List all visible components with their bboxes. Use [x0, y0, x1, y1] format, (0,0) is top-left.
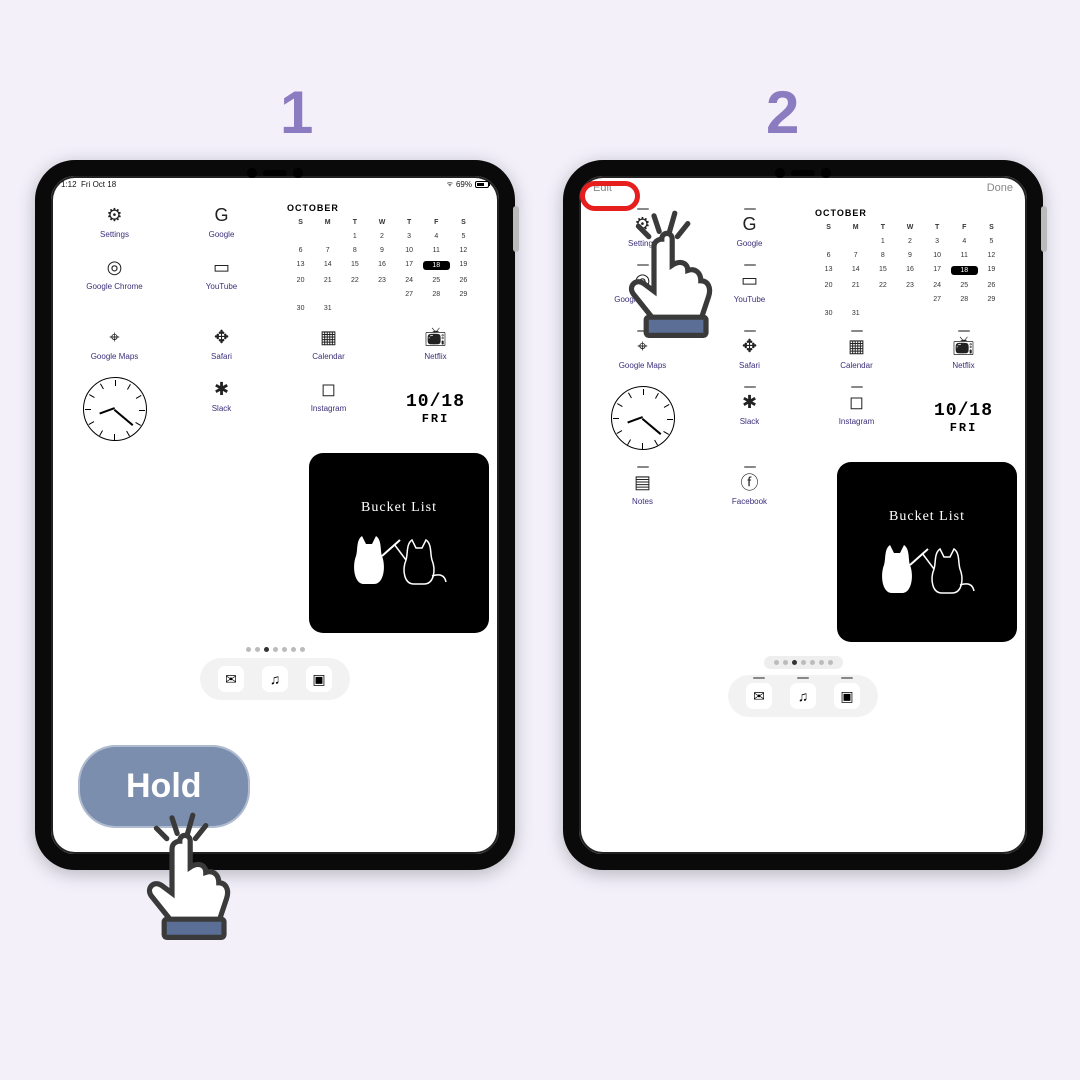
tv-icon: 📺︎	[424, 325, 448, 349]
step-number-2: 2	[766, 78, 799, 147]
step-number-1: 1	[280, 78, 313, 147]
remove-handle-icon[interactable]	[851, 330, 863, 332]
app-netflix[interactable]: 📺︎Netflix	[910, 326, 1017, 374]
app-netflix[interactable]: 📺︎Netflix	[382, 321, 489, 365]
calendar-widget[interactable]: OCTOBER SMTWTFS1234567891011121314151617…	[803, 204, 1017, 317]
cats-illustration	[872, 535, 982, 595]
page-indicator[interactable]	[51, 647, 499, 652]
calendar-grid: SMTWTFS123456789101112131415161718192021…	[815, 224, 1005, 317]
device-side-button	[513, 206, 519, 252]
app-grid: ⚙︎Settings GGoogle OCTOBER SMTWTFS123456…	[51, 189, 499, 321]
page-indicator[interactable]	[764, 656, 843, 669]
calendar-grid: SMTWTFS123456789101112131415161718192021…	[287, 219, 477, 312]
edit-mode-bar: Edit Done	[579, 176, 1027, 194]
battery-icon	[475, 181, 489, 188]
date-widget-dow: FRI	[382, 412, 489, 426]
date-widget-dow: FRI	[910, 421, 1017, 435]
dock-app-photos[interactable]: ▣	[834, 683, 860, 709]
battery-percent: 69%	[456, 180, 472, 189]
cats-illustration	[344, 526, 454, 586]
remove-handle-icon[interactable]	[744, 208, 756, 210]
app-notes[interactable]: ▤Notes	[589, 462, 696, 515]
calendar-month: OCTOBER	[815, 208, 1005, 218]
app-row-4: ✱Slack ◻︎Instagram 10/18 FRI	[51, 373, 499, 445]
app-settings[interactable]: ⚙︎Settings	[61, 199, 168, 243]
bucket-list-title: Bucket List	[889, 509, 965, 525]
app-youtube[interactable]: ▭YouTube	[168, 251, 275, 295]
youtube-icon: ▭	[210, 255, 234, 279]
device-side-button	[1041, 206, 1047, 252]
calendar-month: OCTOBER	[287, 203, 477, 213]
dock-app-music[interactable]: ♫	[262, 666, 288, 692]
remove-handle-icon[interactable]	[753, 677, 765, 679]
app-facebook[interactable]: ⓕFacebook	[696, 462, 803, 515]
clock-widget[interactable]	[589, 382, 696, 454]
remove-handle-icon[interactable]	[744, 330, 756, 332]
status-time: 1:12	[61, 180, 77, 189]
notes-icon: ▤	[631, 470, 655, 494]
date-widget-date: 10/18	[382, 392, 489, 412]
dock-app-mail[interactable]: ✉︎	[746, 683, 772, 709]
app-slack[interactable]: ✱Slack	[168, 373, 275, 445]
analog-clock-icon	[611, 386, 675, 450]
chrome-icon: ◎	[103, 255, 127, 279]
remove-handle-icon[interactable]	[797, 677, 809, 679]
calendar-icon: ▦	[845, 334, 869, 358]
date-widget[interactable]: 10/18 FRI	[910, 401, 1017, 435]
google-g-icon: G	[210, 203, 234, 227]
dock-app-music[interactable]: ♫	[790, 683, 816, 709]
tv-icon: 📺︎	[952, 334, 976, 358]
compass-icon: ✥	[738, 334, 762, 358]
instagram-icon: ◻︎	[317, 377, 341, 401]
dock: ✉︎ ♫ ▣	[200, 658, 350, 700]
date-widget[interactable]: 10/18 FRI	[382, 392, 489, 426]
remove-handle-icon[interactable]	[841, 677, 853, 679]
pin-icon: ⌖	[103, 325, 127, 349]
app-row-5: Bucket List	[51, 453, 499, 643]
gear-icon: ⚙︎	[103, 203, 127, 227]
app-chrome[interactable]: ◎Google Chrome	[61, 251, 168, 295]
calendar-icon: ▦	[317, 325, 341, 349]
date-widget-date: 10/18	[910, 401, 1017, 421]
slack-icon: ✱	[738, 390, 762, 414]
remove-handle-icon[interactable]	[851, 386, 863, 388]
dock-app-photos[interactable]: ▣	[306, 666, 332, 692]
app-instagram[interactable]: ◻︎Instagram	[803, 382, 910, 454]
dock-app-mail[interactable]: ✉︎	[218, 666, 244, 692]
app-google[interactable]: GGoogle	[168, 199, 275, 243]
analog-clock-icon	[83, 377, 147, 441]
google-g-icon: G	[738, 212, 762, 236]
remove-handle-icon[interactable]	[958, 330, 970, 332]
done-button[interactable]: Done	[987, 182, 1013, 194]
bucket-list-widget[interactable]: Bucket List	[309, 453, 489, 633]
instagram-icon: ◻︎	[845, 390, 869, 414]
calendar-widget[interactable]: OCTOBER SMTWTFS1234567891011121314151617…	[275, 199, 489, 312]
dock: ✉︎ ♫ ▣	[728, 675, 878, 717]
clock-widget[interactable]	[61, 373, 168, 445]
bucket-list-widget[interactable]: Bucket List	[837, 462, 1017, 642]
compass-icon: ✥	[210, 325, 234, 349]
remove-handle-icon[interactable]	[744, 466, 756, 468]
app-safari[interactable]: ✥Safari	[168, 321, 275, 365]
remove-handle-icon[interactable]	[637, 466, 649, 468]
app-calendar[interactable]: ▦Calendar	[803, 326, 910, 374]
remove-handle-icon[interactable]	[744, 264, 756, 266]
tap-hand-icon	[120, 810, 250, 945]
edit-highlight-ring	[580, 181, 640, 211]
app-slack[interactable]: ✱Slack	[696, 382, 803, 454]
tap-hand-icon	[602, 208, 732, 343]
facebook-icon: ⓕ	[738, 470, 762, 494]
app-row-3: ⌖Google Maps ✥Safari ▦Calendar 📺︎Netflix	[51, 321, 499, 365]
status-bar: 1:12 Fri Oct 18 ᯤ 69%	[51, 176, 499, 189]
app-row-4: ✱Slack ◻︎Instagram 10/18 FRI	[579, 382, 1027, 454]
slack-icon: ✱	[210, 377, 234, 401]
remove-handle-icon[interactable]	[744, 386, 756, 388]
status-date: Fri Oct 18	[81, 180, 116, 189]
app-row-5: ▤Notes ⓕFacebook Bucket List	[579, 462, 1027, 652]
app-calendar[interactable]: ▦Calendar	[275, 321, 382, 365]
app-maps[interactable]: ⌖Google Maps	[61, 321, 168, 365]
bucket-list-title: Bucket List	[361, 500, 437, 516]
youtube-icon: ▭	[738, 268, 762, 292]
app-instagram[interactable]: ◻︎Instagram	[275, 373, 382, 445]
